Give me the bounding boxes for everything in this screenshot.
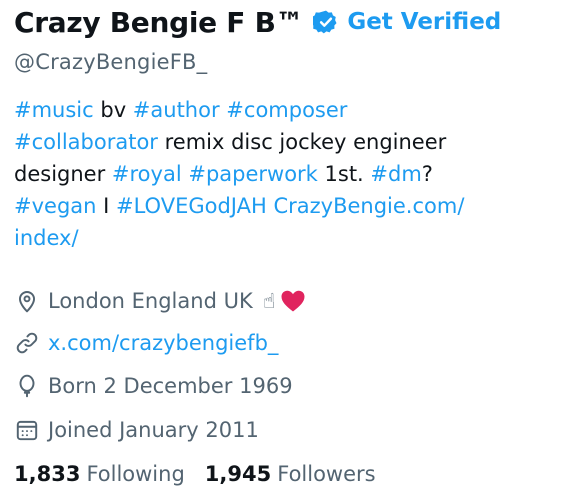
hashtag-music[interactable]: #music [14, 98, 94, 122]
profile-joined: Joined January 2011 [14, 415, 259, 445]
hashtag-author[interactable]: #author [133, 98, 220, 122]
pointing-up-emoji: ☝ [262, 289, 276, 313]
followers-link[interactable]: 1,945 Followers [205, 462, 376, 486]
profile-birthday: Born 2 December 1969 [14, 371, 293, 401]
following-link[interactable]: 1,833 Following [14, 462, 185, 486]
link-icon [14, 330, 40, 356]
bio-text: 1st. [317, 162, 371, 186]
display-name: Crazy Bengie F B™ [14, 5, 304, 39]
following-label: Following [86, 462, 185, 486]
bio-line: #collaborator remix disc jockey engineer [14, 126, 559, 158]
balloon-icon [14, 373, 40, 399]
joined-text: Joined January 2011 [48, 418, 259, 442]
bio-line: index/ [14, 222, 559, 254]
birthday-text: Born 2 December 1969 [48, 374, 293, 398]
hashtag-composer[interactable]: #composer [226, 98, 347, 122]
calendar-icon [14, 417, 40, 443]
profile-website: x.com/crazybengiefb_ [14, 328, 278, 358]
hashtag-vegan[interactable]: #vegan [14, 194, 96, 218]
bio-text: designer [14, 162, 112, 186]
hashtag-paperwork[interactable]: #paperwork [188, 162, 318, 186]
followers-count: 1,945 [204, 462, 272, 486]
profile-handle: @CrazyBengieFB_ [14, 50, 208, 74]
bio-line: #music bv #author #composer [14, 94, 559, 126]
website-link[interactable]: x.com/crazybengiefb_ [48, 331, 278, 355]
bio-website-link-cont[interactable]: index/ [14, 226, 79, 250]
verified-badge-icon[interactable] [313, 9, 339, 35]
get-verified-button[interactable]: Get Verified [347, 9, 501, 35]
profile-location: London England UK ☝ [14, 286, 306, 316]
hashtag-collaborator[interactable]: #collaborator [14, 130, 158, 154]
bio-website-link[interactable]: CrazyBengie.com/ [273, 194, 464, 218]
bio-line: #vegan I #LOVEGodJAH CrazyBengie.com/ [14, 190, 559, 222]
bio-line: designer #royal #paperwork 1st. #dm? [14, 158, 559, 190]
bio-text: ? [421, 162, 433, 186]
hashtag-lovegodjah[interactable]: #LOVEGodJAH [116, 194, 267, 218]
followers-label: Followers [277, 462, 376, 486]
profile-name-row: Crazy Bengie F B™ Get Verified [14, 2, 501, 42]
location-pin-icon [14, 288, 40, 314]
bio-text: remix disc jockey engineer [157, 130, 447, 154]
following-count: 1,833 [14, 462, 81, 486]
red-heart-icon [280, 289, 306, 313]
profile-bio: #music bv #author #composer #collaborato… [14, 94, 559, 254]
hashtag-royal[interactable]: #royal [112, 162, 182, 186]
follow-stats: 1,833 Following 1,945 Followers [14, 462, 376, 486]
bio-text: I [96, 194, 116, 218]
bio-text: bv [93, 98, 133, 122]
location-text: London England UK [48, 289, 253, 313]
hashtag-dm[interactable]: #dm [370, 162, 421, 186]
